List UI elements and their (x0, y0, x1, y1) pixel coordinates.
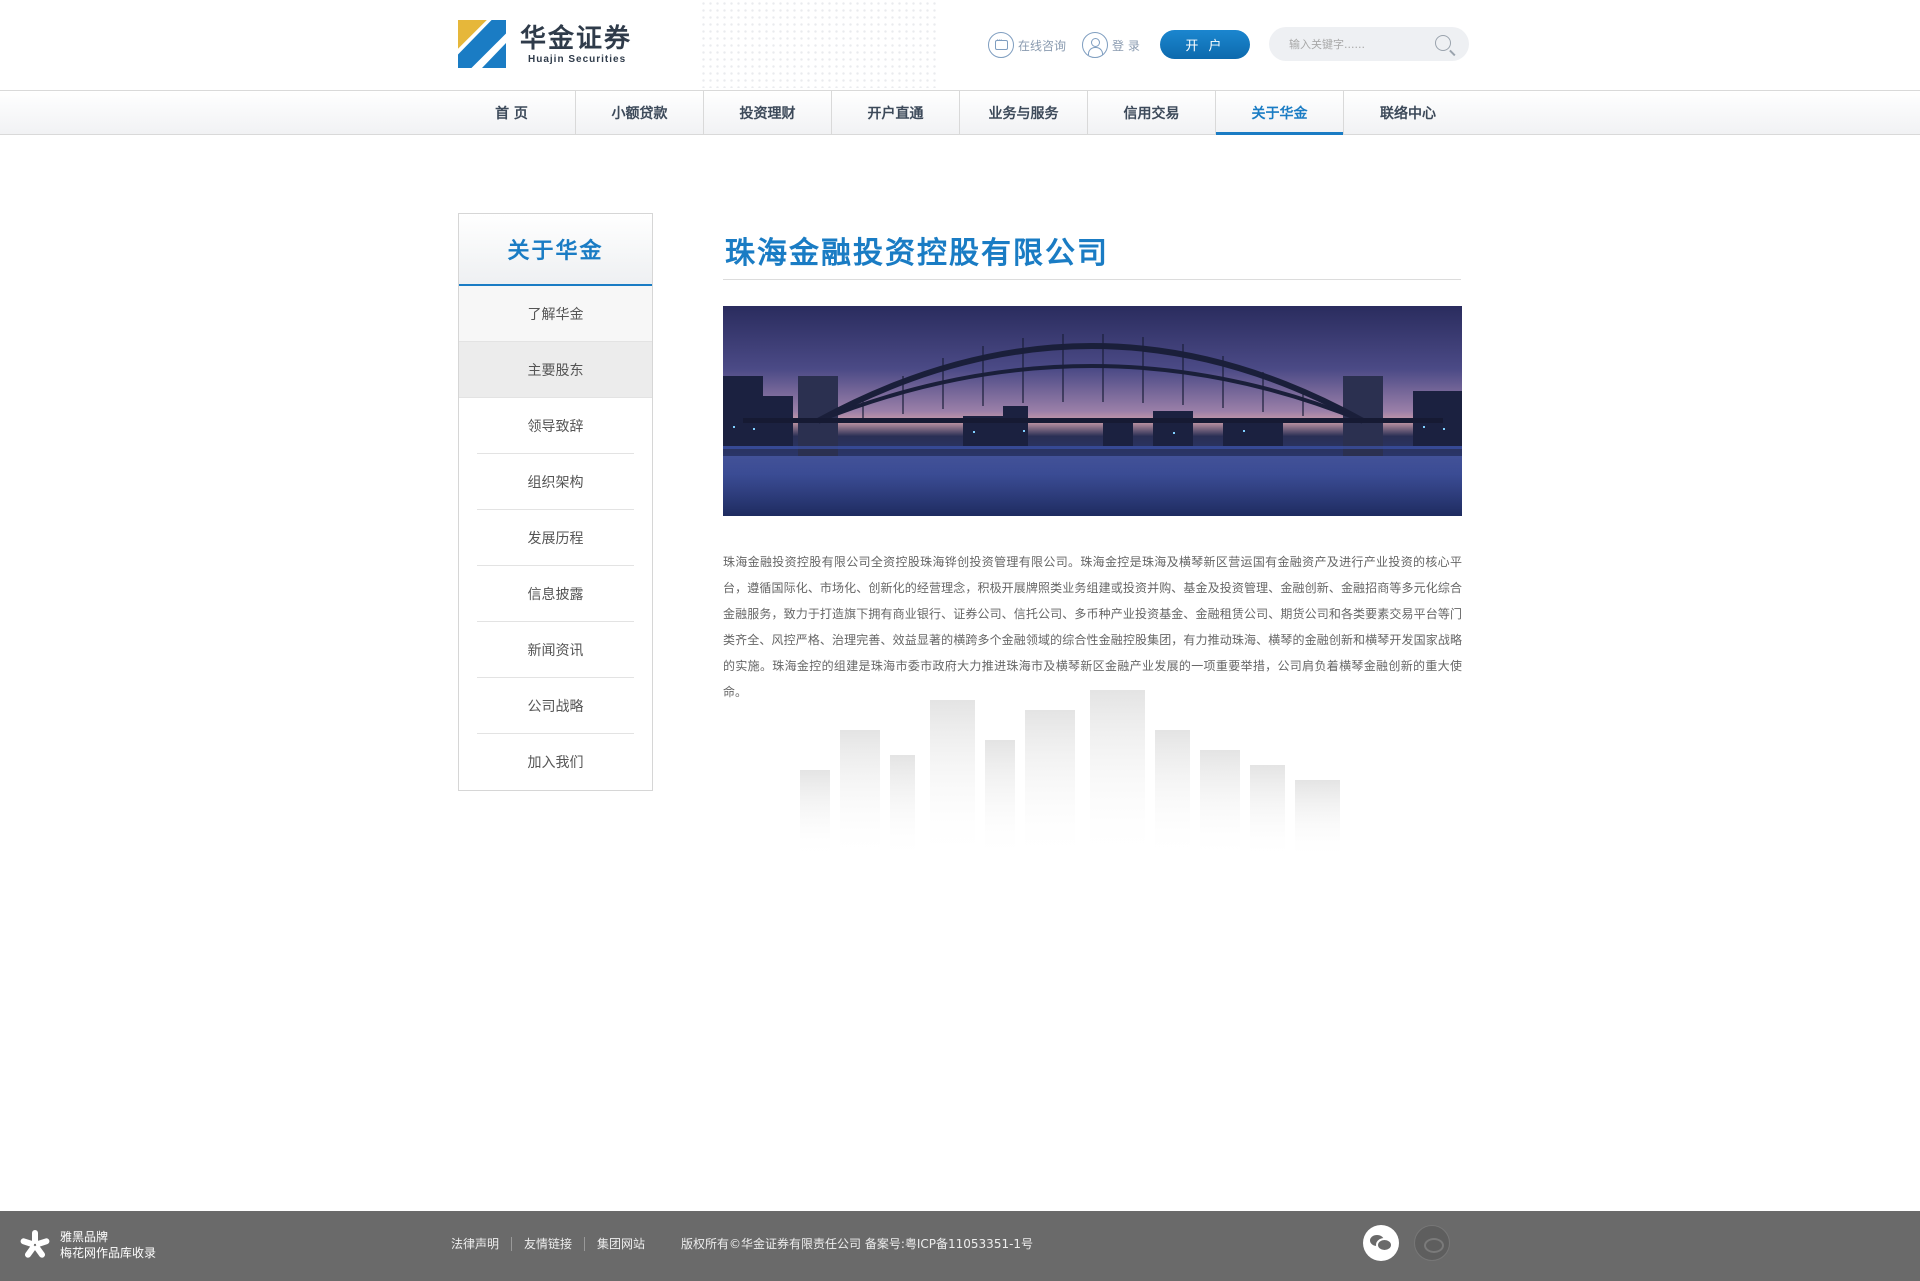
footer-link-divider (511, 1236, 513, 1251)
footer-brand-line1: 雅黑品牌 (60, 1230, 109, 1244)
sidebar-item-shareholders[interactable]: 主要股东 (459, 342, 652, 398)
wechat-icon[interactable] (1363, 1225, 1399, 1261)
city-skyline-decoration (800, 690, 1340, 860)
login-label: 登 录 (1112, 38, 1140, 53)
brand-name-cn: 华金证券 (520, 23, 633, 54)
footer-link-group-site[interactable]: 集团网站 (597, 1235, 645, 1252)
user-icon (1082, 32, 1108, 58)
brand-name-en: Huajin Securities (528, 53, 627, 65)
world-map-decoration (700, 0, 940, 88)
search-icon[interactable] (1435, 35, 1451, 51)
site-footer: 雅黑品牌 梅花网作品库收录 法律声明 友情链接 集团网站 版权所有©华金证券有限… (0, 1211, 1920, 1281)
logo-mark-icon (458, 20, 506, 68)
online-consult-label: 在线咨询 (1018, 38, 1067, 53)
brand-logo[interactable]: 华金证券 Huajin Securities (458, 18, 668, 70)
sidebar-item-about-huajin[interactable]: 了解华金 (459, 286, 652, 342)
page-title: 珠海金融投资控股有限公司 (725, 236, 1109, 271)
plum-flower-icon (19, 1230, 51, 1260)
nav-item-about[interactable]: 关于华金 (1216, 91, 1344, 135)
chat-icon (988, 32, 1014, 58)
footer-link-legal[interactable]: 法律声明 (451, 1235, 499, 1252)
nav-item-contact[interactable]: 联络中心 (1344, 91, 1472, 134)
footer-brand-line2: 梅花网作品库收录 (60, 1246, 157, 1260)
sidebar-title: 关于华金 (459, 214, 652, 286)
login-link[interactable]: 登 录 (1082, 30, 1140, 60)
sidebar-item-history[interactable]: 发展历程 (459, 510, 652, 566)
nav-item-small-loans[interactable]: 小额贷款 (576, 91, 704, 134)
sidebar-item-careers[interactable]: 加入我们 (459, 734, 652, 790)
site-header: 华金证券 Huajin Securities 在线咨询 登 录 开 户 (0, 0, 1920, 90)
footer-links: 法律声明 友情链接 集团网站 (451, 1235, 645, 1252)
nav-item-home[interactable]: 首 页 (448, 91, 576, 134)
sidebar-item-disclosure[interactable]: 信息披露 (459, 566, 652, 622)
title-divider (723, 279, 1461, 280)
harbour-bridge-photo (723, 306, 1462, 516)
search-box (1269, 27, 1469, 61)
nav-item-open-account[interactable]: 开户直通 (832, 91, 960, 134)
nav-item-credit-trading[interactable]: 信用交易 (1088, 91, 1216, 134)
search-input[interactable] (1289, 37, 1429, 51)
nav-item-investment[interactable]: 投资理财 (704, 91, 832, 134)
sidebar: 关于华金 了解华金 主要股东 领导致辞 组织架构 发展历程 信息披露 新闻资讯 … (458, 213, 653, 791)
bridge-illustration (723, 334, 1462, 456)
sidebar-item-leadership-address[interactable]: 领导致辞 (459, 398, 652, 454)
sidebar-item-organization[interactable]: 组织架构 (459, 454, 652, 510)
main-nav: 首 页 小额贷款 投资理财 开户直通 业务与服务 信用交易 关于华金 联络中心 (0, 90, 1920, 135)
sidebar-item-strategy[interactable]: 公司战略 (459, 678, 652, 734)
online-consult-link[interactable]: 在线咨询 (988, 30, 1066, 60)
open-account-button[interactable]: 开 户 (1160, 30, 1250, 59)
sidebar-item-news[interactable]: 新闻资讯 (459, 622, 652, 678)
footer-link-friends[interactable]: 友情链接 (524, 1235, 572, 1252)
footer-brand: 雅黑品牌 梅花网作品库收录 (19, 1229, 157, 1261)
nav-item-business-services[interactable]: 业务与服务 (960, 91, 1088, 134)
footer-link-divider (584, 1236, 586, 1251)
weibo-icon[interactable] (1414, 1225, 1450, 1261)
footer-copyright: 版权所有©华金证券有限责任公司 备案号:粤ICP备11053351-1号 (681, 1237, 1034, 1251)
